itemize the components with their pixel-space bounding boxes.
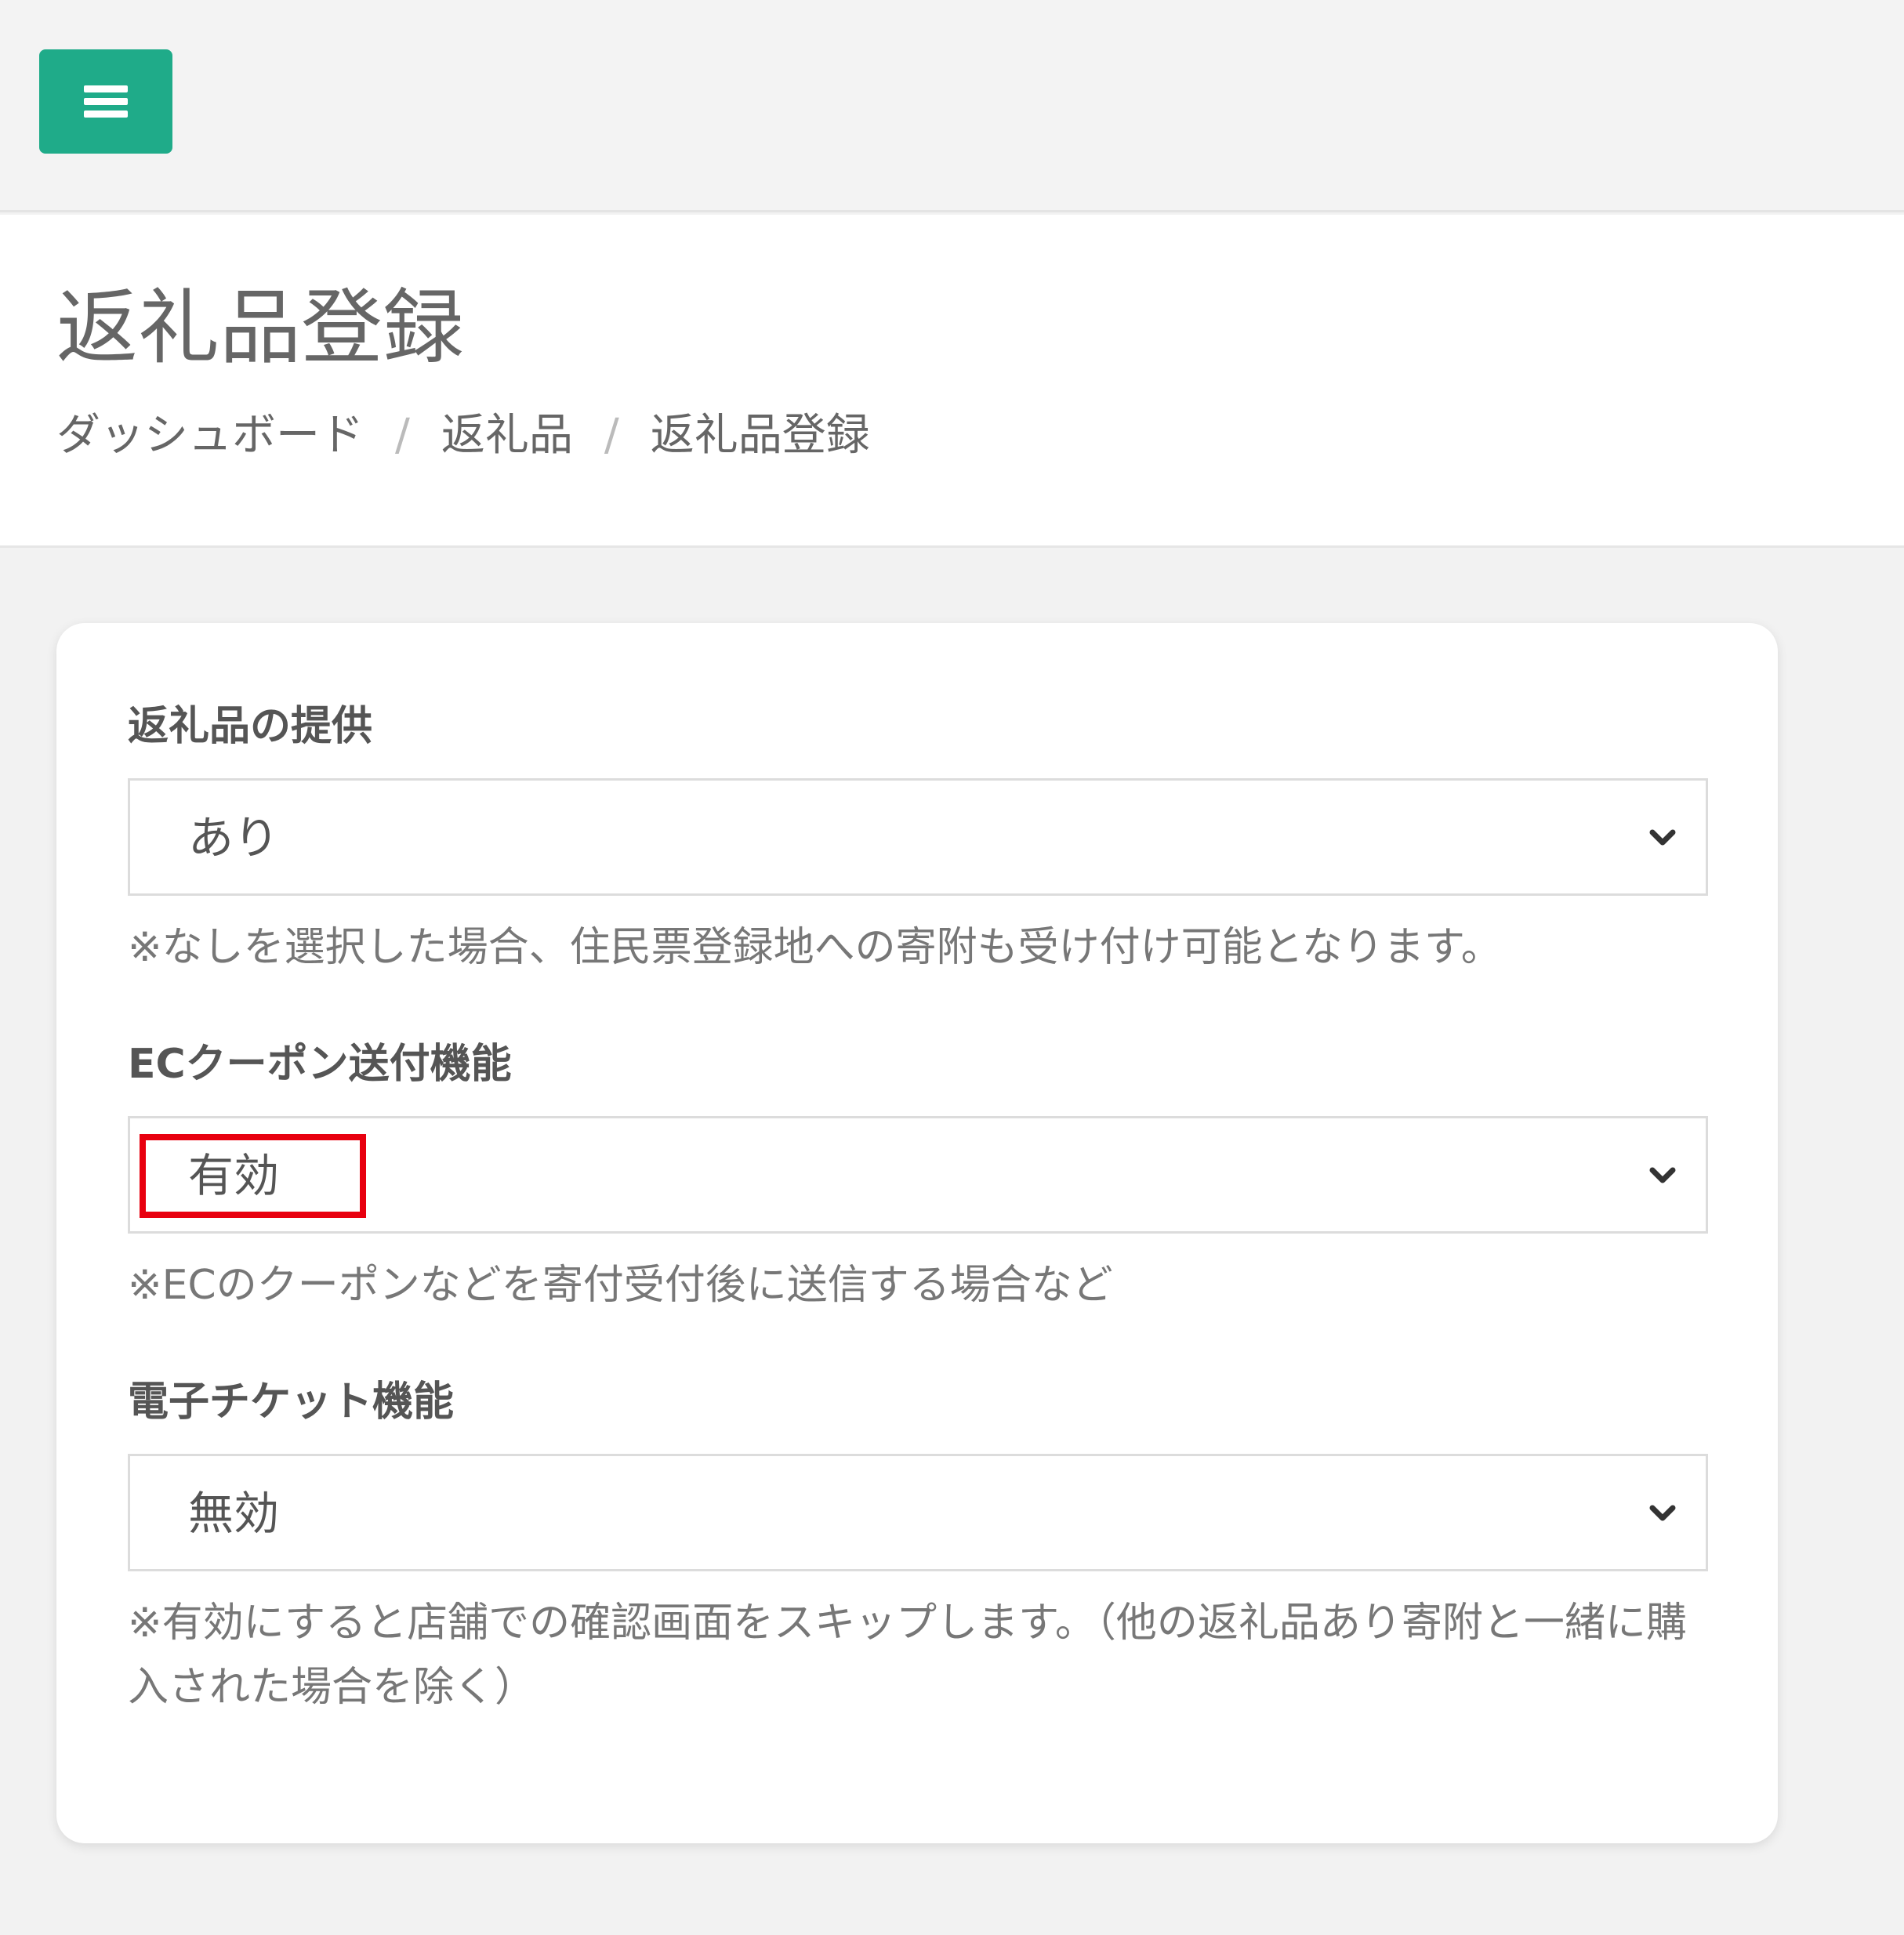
page-title: 返礼品登録 xyxy=(56,280,465,375)
breadcrumb-separator: / xyxy=(604,410,619,461)
chevron-down-icon xyxy=(1649,829,1676,846)
gift-offer-help-text: ※なしを選択した場合、住民票登録地への寄附も受け付け可能となります。 xyxy=(128,924,1502,971)
page-header: 返礼品登録 ダッシュボード / 返礼品 / 返礼品登録 xyxy=(0,215,1904,548)
e-ticket-selected-value: 無効 xyxy=(188,1487,280,1540)
ec-coupon-help-text: ※ECのクーポンなどを寄付受付後に送信する場合など xyxy=(128,1262,1113,1309)
breadcrumb-item-dashboard[interactable]: ダッシュボード xyxy=(56,410,364,461)
hamburger-icon xyxy=(84,85,128,118)
form-card: 返礼品の提供 あり ※なしを選択した場合、住民票登録地への寄附も受け付け可能とな… xyxy=(56,623,1778,1843)
ec-coupon-selected-value: 有効 xyxy=(188,1149,280,1202)
menu-toggle-button[interactable] xyxy=(39,49,172,154)
breadcrumb: ダッシュボード / 返礼品 / 返礼品登録 xyxy=(56,414,870,458)
e-ticket-label: 電子チケット機能 xyxy=(128,1379,455,1426)
ec-coupon-label: ECクーポン送付機能 xyxy=(128,1041,512,1088)
breadcrumb-separator: / xyxy=(395,410,410,461)
gift-offer-select[interactable]: あり xyxy=(128,778,1708,896)
breadcrumb-item-current: 返礼品登録 xyxy=(650,410,870,461)
top-bar xyxy=(0,0,1904,212)
gift-offer-selected-value: あり xyxy=(188,811,280,864)
gift-offer-label: 返礼品の提供 xyxy=(128,703,373,750)
breadcrumb-item-gifts[interactable]: 返礼品 xyxy=(441,410,573,461)
chevron-down-icon xyxy=(1649,1167,1676,1183)
ec-coupon-select[interactable]: 有効 xyxy=(128,1116,1708,1234)
chevron-down-icon xyxy=(1649,1505,1676,1521)
e-ticket-help-text: ※有効にすると店舗での確認画面をスキップします。（他の返礼品あり寄附と一緒に購入… xyxy=(128,1600,1687,1711)
e-ticket-select[interactable]: 無効 xyxy=(128,1454,1708,1571)
